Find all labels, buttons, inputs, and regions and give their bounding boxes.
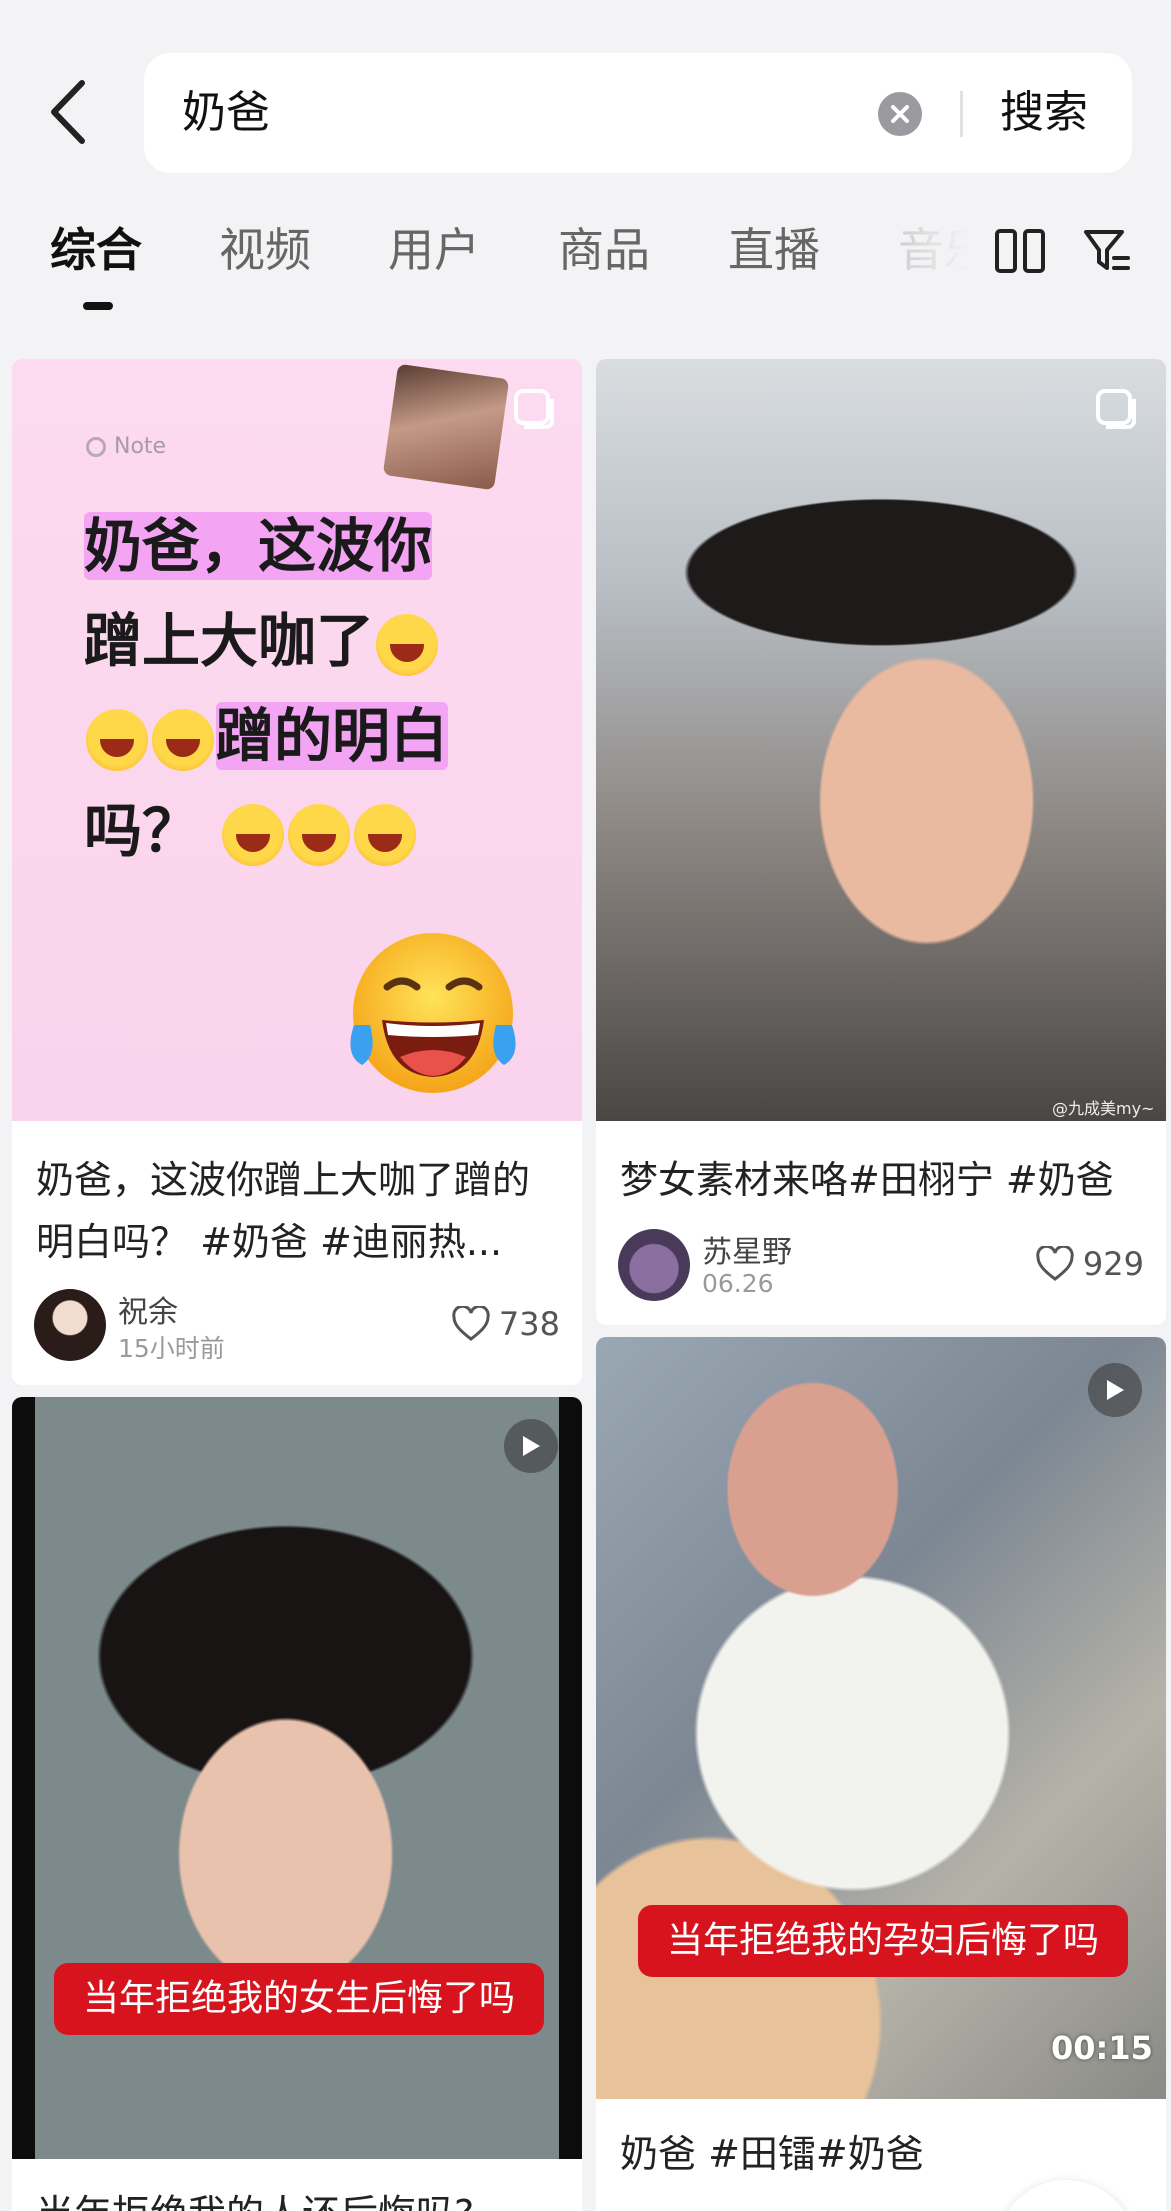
card-title[interactable]: 奶爸 #田镭#奶爸 [620, 2123, 1144, 2185]
result-card[interactable]: Note 奶爸，这波你 蹭上大咖了 蹭的明白 吗？ 奶爸，这波你蹭上大咖了蹭的明… [12, 359, 582, 1385]
card-cover-note[interactable]: Note 奶爸，这波你 蹭上大咖了 蹭的明白 吗？ [12, 359, 582, 1121]
note-badge: Note [86, 434, 166, 459]
tab-users[interactable]: 用户 [388, 210, 480, 290]
like-count: 738 [498, 1305, 560, 1343]
laughing-emoji-icon [354, 803, 417, 866]
card-title[interactable]: 奶爸，这波你蹭上大咖了蹭的明白吗？ #奶爸 #迪丽热... [36, 1149, 560, 1273]
author-name[interactable]: 苏星野 [702, 1227, 792, 1271]
like-button[interactable]: 929 [1035, 1239, 1144, 1289]
laughing-emoji-icon [288, 803, 351, 866]
video-duration: 00:15 [1051, 2029, 1153, 2067]
avatar[interactable] [618, 1229, 690, 1301]
card-cover-video[interactable]: 当年拒绝我的孕妇后悔了吗 00:15 [596, 1337, 1166, 2099]
divider [960, 91, 963, 137]
video-subtitle: 当年拒绝我的孕妇后悔了吗 [638, 1905, 1128, 1977]
avatar[interactable] [34, 1289, 106, 1361]
heart-icon [452, 1306, 490, 1341]
note-photo-thumbnail [382, 363, 510, 491]
result-card[interactable]: 当年拒绝我的女生后悔了吗 当年拒绝我的人还后悔吗? [12, 1397, 582, 2211]
search-header: 奶爸 搜索 [0, 0, 1171, 200]
play-icon [1088, 1363, 1142, 1417]
search-input[interactable]: 奶爸 搜索 [144, 53, 1132, 173]
search-submit-button[interactable]: 搜索 [1000, 53, 1088, 173]
result-card[interactable]: 当年拒绝我的孕妇后悔了吗 00:15 奶爸 #田镭#奶爸 [596, 1337, 1166, 2211]
like-count: 929 [1082, 1245, 1144, 1283]
tab-comprehensive[interactable]: 综合 [50, 210, 142, 290]
like-button[interactable]: 738 [451, 1299, 560, 1349]
laughing-emoji-icon [222, 803, 285, 866]
card-meta: 祝余 15小时前 738 [34, 1285, 560, 1365]
author-name[interactable]: 祝余 [118, 1287, 178, 1331]
laughing-emoji-icon [86, 708, 148, 771]
heart-icon [1036, 1246, 1074, 1281]
post-time: 06.26 [702, 1269, 774, 1298]
card-title[interactable]: 当年拒绝我的人还后悔吗? [36, 2183, 560, 2211]
play-icon [504, 1419, 558, 1473]
laughing-emoji-icon [350, 933, 516, 1093]
tab-products[interactable]: 商品 [558, 210, 650, 290]
video-subtitle: 当年拒绝我的女生后悔了吗 [54, 1963, 544, 2035]
card-cover-video[interactable]: 当年拒绝我的女生后悔了吗 [12, 1397, 582, 2159]
image-watermark: @九成美my~ [1052, 1099, 1155, 1118]
post-time: 15小时前 [118, 1334, 225, 1363]
tab-overflow-fade [860, 210, 980, 290]
clear-search-button[interactable] [878, 92, 922, 136]
note-text-line: 奶爸，这波你 [84, 512, 433, 580]
filter-icon[interactable] [1082, 226, 1132, 276]
active-tab-indicator [83, 302, 113, 310]
result-tabs: 综合 视频 用户 商品 直播 音乐 [0, 210, 1171, 310]
multi-image-icon [514, 389, 554, 429]
note-text-line: 蹭的明白 [84, 689, 449, 773]
laughing-emoji-icon [152, 708, 214, 771]
back-button[interactable] [40, 72, 96, 152]
back-arrow-icon [51, 80, 85, 144]
result-card[interactable]: @九成美my~ 梦女素材来咯#田栩宁 #奶爸 苏星野 06.26 929 [596, 359, 1166, 1325]
card-cover-photo[interactable]: @九成美my~ [596, 359, 1166, 1121]
card-meta: 苏星野 06.26 929 [618, 1225, 1144, 1305]
multi-image-icon [1096, 389, 1136, 429]
tab-live[interactable]: 直播 [728, 210, 820, 290]
close-icon [891, 105, 909, 123]
note-text-line: 蹭上大咖了 [84, 594, 440, 678]
laughing-emoji-icon [376, 613, 439, 676]
layout-toggle-icon[interactable] [994, 228, 1046, 274]
tab-video[interactable]: 视频 [219, 210, 311, 290]
note-text-line: 吗？ [84, 784, 418, 868]
card-title[interactable]: 梦女素材来咯#田栩宁 #奶爸 [620, 1149, 1144, 1211]
search-query-text[interactable]: 奶爸 [182, 53, 270, 173]
